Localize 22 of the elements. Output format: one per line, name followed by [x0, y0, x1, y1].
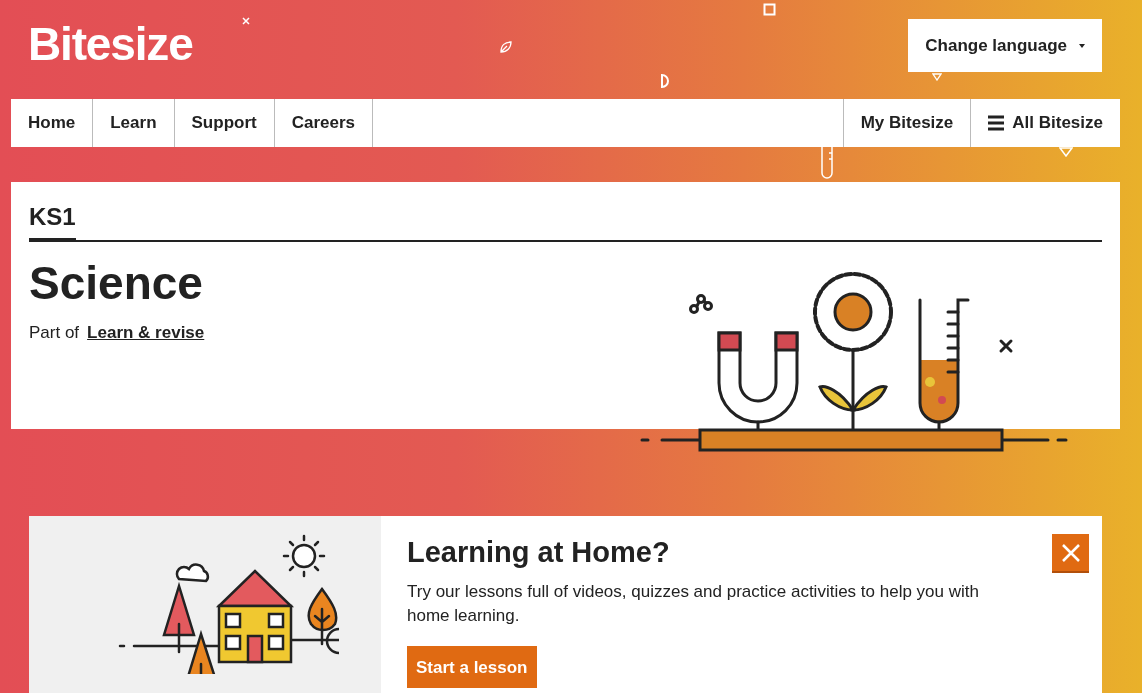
square-icon: [763, 3, 776, 16]
menu-icon: [988, 115, 1005, 131]
nav-link[interactable]: My Bitesize: [842, 99, 971, 147]
close-icon: [1060, 542, 1081, 563]
leaf-icon: [499, 40, 513, 54]
caret-icon: [1079, 43, 1085, 48]
nav-link[interactable]: Home: [11, 99, 94, 147]
logo[interactable]: Bitesize: [28, 21, 193, 67]
nav-link[interactable]: Learn: [93, 99, 175, 147]
level-tab[interactable]: KS1: [29, 199, 76, 242]
nav-link[interactable]: All Bitesize: [970, 99, 1120, 147]
promo-text: Try our lessons full of videos, quizzes and practice activities to help you with home learning.: [407, 581, 980, 628]
nav-link[interactable]: Careers: [274, 99, 373, 147]
part-of-label: Part of: [29, 322, 80, 344]
close-button[interactable]: [1052, 534, 1089, 573]
nav-link[interactable]: Support: [174, 99, 275, 147]
cross-icon: [242, 17, 250, 25]
page-title: Science: [29, 260, 204, 306]
change-language-button[interactable]: Change language: [908, 19, 1102, 72]
promo-title: Learning at Home?: [407, 535, 671, 570]
learn-revise-link[interactable]: Learn & revise: [87, 320, 205, 346]
triangle-icon: [932, 73, 942, 81]
